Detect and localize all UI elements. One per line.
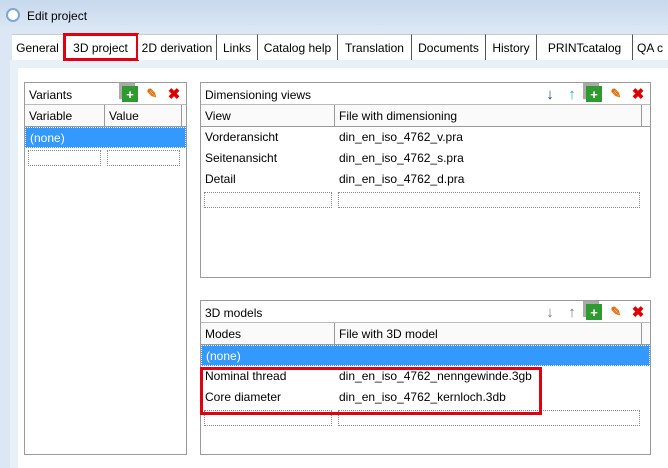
tab-translation[interactable]: Translation	[338, 34, 412, 60]
tab-catalog-help[interactable]: Catalog help	[258, 34, 338, 60]
cell: Detail	[205, 172, 236, 186]
table-row[interactable]: (none)	[25, 127, 186, 148]
edit-icon[interactable]: ✎	[608, 86, 624, 102]
column-header-file[interactable]: File with 3D model	[335, 323, 642, 344]
table-row[interactable]: Detail din_en_iso_4762_d.pra	[201, 169, 650, 190]
title-bar: Edit project	[0, 0, 668, 30]
cell: (none)	[30, 131, 65, 145]
arrow-down-icon[interactable]: ↓	[542, 304, 558, 321]
tab-documents[interactable]: Documents	[412, 34, 486, 60]
tab-links[interactable]: Links	[217, 34, 258, 60]
tab-2d-derivation[interactable]: 2D derivation	[138, 34, 217, 60]
tab-general[interactable]: General	[12, 34, 64, 60]
cell: Seitenansicht	[205, 151, 278, 165]
column-header-variable[interactable]: Variable	[25, 105, 105, 126]
add-icon[interactable]: +	[586, 86, 602, 102]
variants-title: Variants	[29, 88, 73, 102]
tab-bar: General 3D project 2D derivation Links C…	[12, 33, 668, 61]
cell: din_en_iso_4762_d.pra	[339, 172, 465, 186]
edit-icon[interactable]: ✎	[144, 86, 160, 102]
tab-3d-project[interactable]: 3D project	[63, 33, 139, 61]
table-row[interactable]: (none)	[201, 345, 650, 366]
arrow-up-icon[interactable]: ↑	[564, 304, 580, 321]
cell: din_en_iso_4762_v.pra	[339, 130, 463, 144]
column-header-modes[interactable]: Modes	[201, 323, 335, 344]
cell: (none)	[206, 349, 241, 363]
edit-icon[interactable]: ✎	[608, 304, 624, 320]
column-header-view[interactable]: View	[201, 105, 335, 126]
add-icon[interactable]: +	[122, 86, 138, 102]
table-row[interactable]: Vorderansicht din_en_iso_4762_v.pra	[201, 127, 650, 148]
delete-icon[interactable]: ✖	[630, 304, 646, 321]
cell: din_en_iso_4762_s.pra	[339, 151, 464, 165]
cell	[336, 346, 344, 365]
delete-icon[interactable]: ✖	[166, 86, 182, 103]
table-row[interactable]: Seitenansicht din_en_iso_4762_s.pra	[201, 148, 650, 169]
new-row[interactable]	[25, 148, 186, 168]
arrow-up-icon[interactable]: ↑	[564, 86, 580, 103]
new-row[interactable]	[201, 190, 650, 210]
tab-history[interactable]: History	[486, 34, 537, 60]
column-header-value[interactable]: Value	[105, 105, 182, 126]
cell: Vorderansicht	[205, 130, 279, 144]
column-header-file[interactable]: File with dimensioning	[335, 105, 642, 126]
arrow-down-icon[interactable]: ↓	[542, 86, 558, 103]
dimensioning-views-panel: Dimensioning views ↓ ↑ + ✎ ✖ View File with d…	[200, 82, 651, 278]
tab-qa[interactable]: QA c	[633, 34, 668, 60]
window-title: Edit project	[27, 9, 88, 23]
delete-icon[interactable]: ✖	[630, 86, 646, 103]
variants-panel: Variants + ✎ ✖ Variable Value (none)	[24, 82, 187, 455]
app-icon	[6, 8, 20, 22]
highlight-box	[200, 367, 542, 415]
tab-printcatalog[interactable]: PRINTcatalog	[537, 34, 633, 60]
add-icon[interactable]: +	[586, 304, 602, 320]
dimensioning-views-title: Dimensioning views	[205, 88, 312, 102]
3d-models-title: 3D models	[205, 306, 263, 320]
